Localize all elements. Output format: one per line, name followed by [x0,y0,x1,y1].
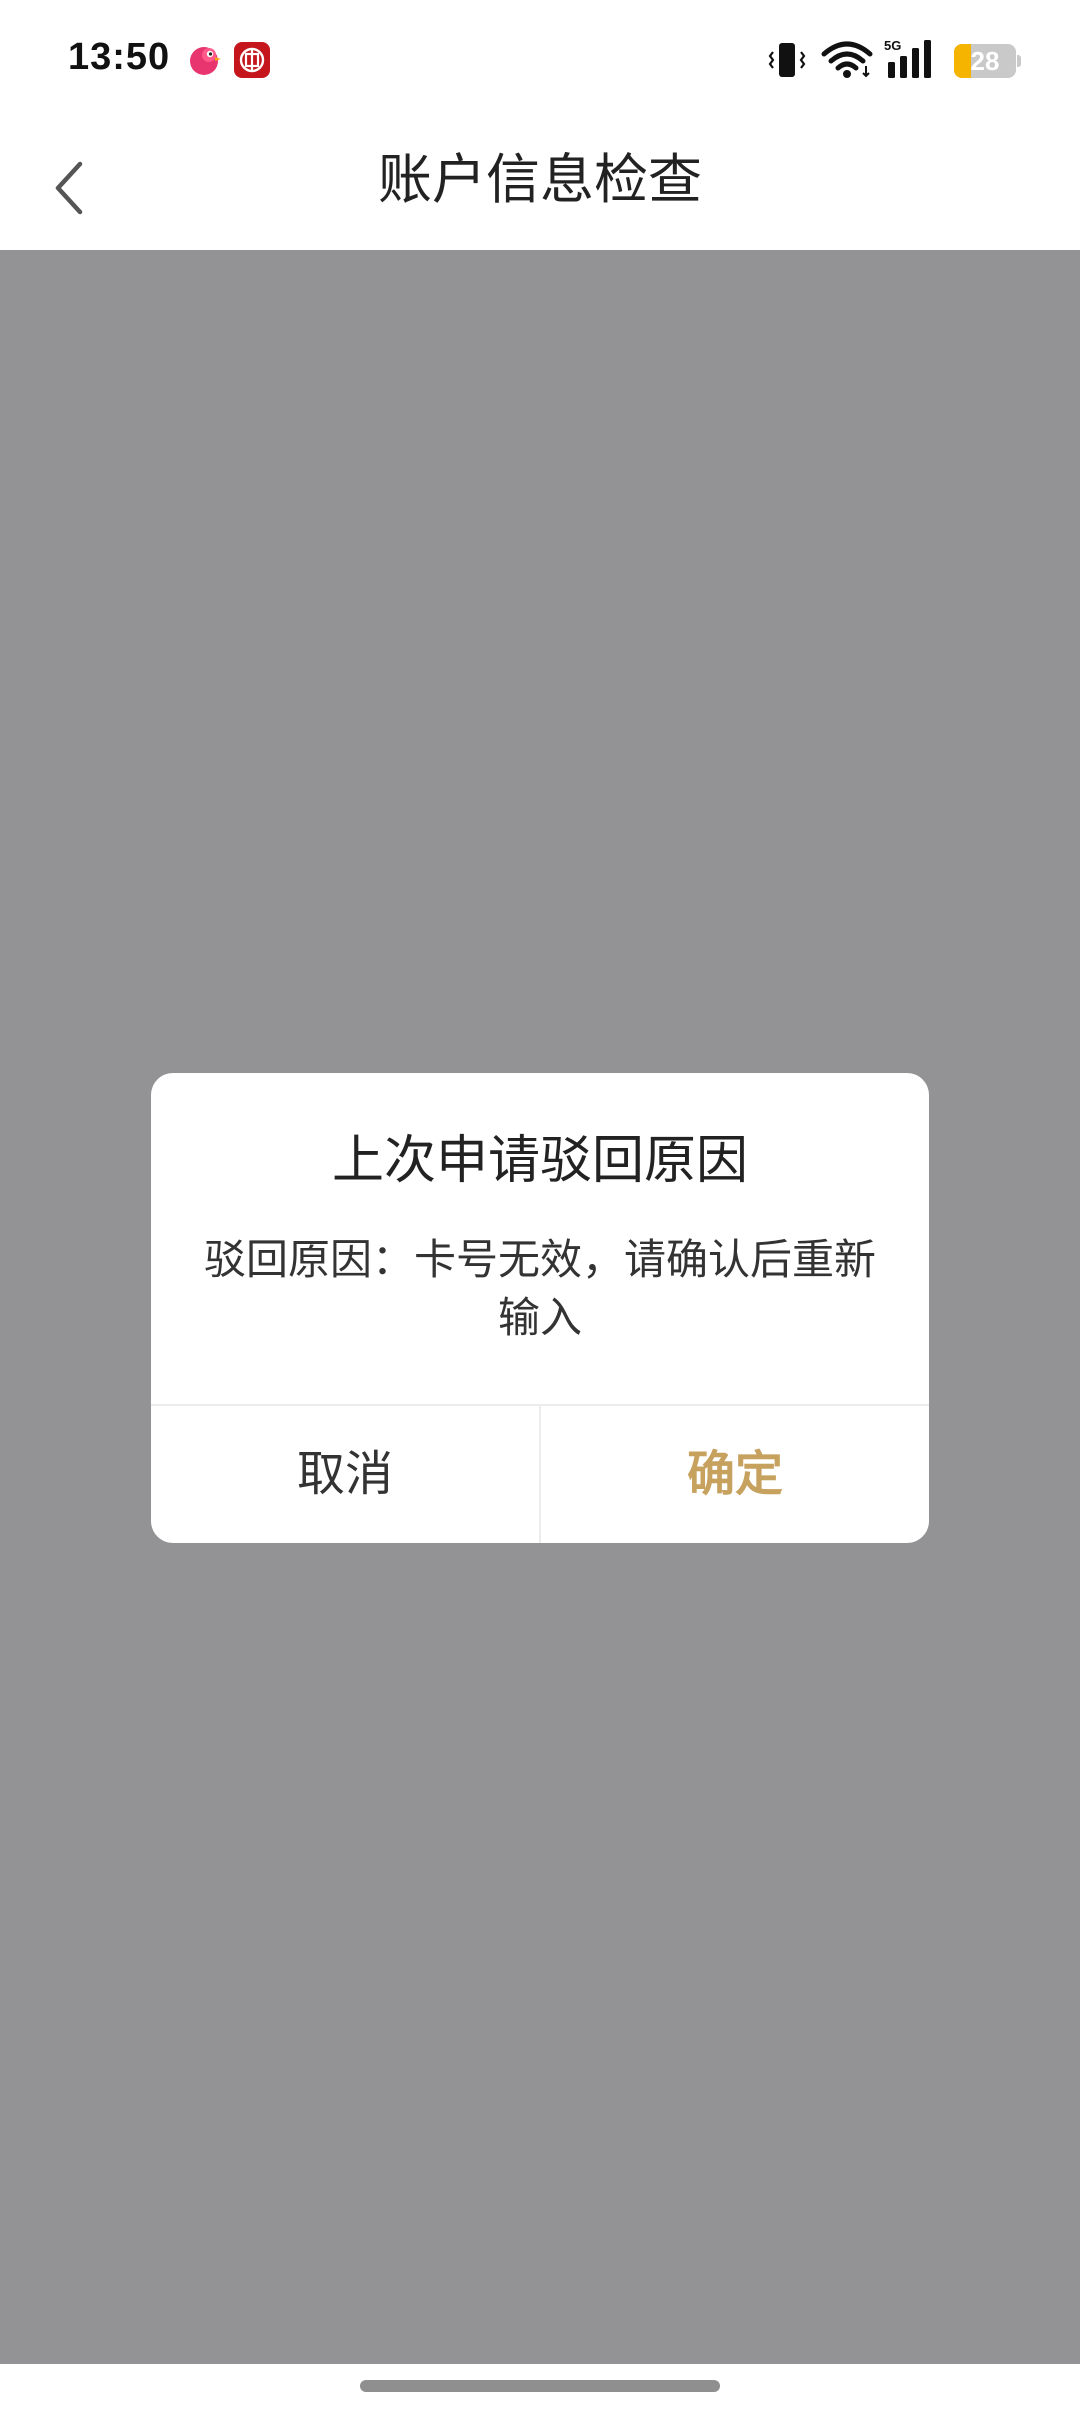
network-type-label: 5G [884,38,901,53]
battery-level: 28 [970,46,1000,76]
battery-body: 28 [954,44,1016,78]
reject-reason-dialog: 上次申请驳回原因 驳回原因：卡号无效，请确认后重新 输入 取消 确定 [151,1073,929,1543]
dialog-message-line-1: 驳回原因：卡号无效，请确认后重新 [203,1235,876,1284]
vibrate-icon [766,40,808,80]
battery-tip [1017,55,1021,67]
battery-icon: 28 [954,44,1021,78]
wifi-icon [820,40,874,80]
bank-app-icon [234,42,270,78]
dialog-message: 驳回原因：卡号无效，请确认后重新 输入 [191,1231,889,1347]
confirm-button[interactable]: 确定 [541,1406,929,1543]
nav-bar: 账户信息检查 [0,124,1080,250]
status-time: 13:50 [68,36,171,78]
screen: 13:50 5G 28 账户信息检查 上次申请驳回原因 驳回原因：卡号无效，请确… [0,0,1080,2412]
status-bar: 13:50 5G 28 [0,0,1080,124]
cancel-button[interactable]: 取消 [151,1406,539,1543]
home-indicator[interactable] [360,2380,720,2392]
page-title: 账户信息检查 [378,148,702,211]
dialog-message-line-2: 输入 [497,1293,582,1342]
gesture-bar [0,2364,1080,2412]
chevron-left-icon [55,161,83,215]
signal-icon: 5G [884,38,940,80]
back-button[interactable] [30,148,110,228]
dialog-title: 上次申请驳回原因 [331,1131,748,1191]
bird-app-icon [186,42,222,78]
